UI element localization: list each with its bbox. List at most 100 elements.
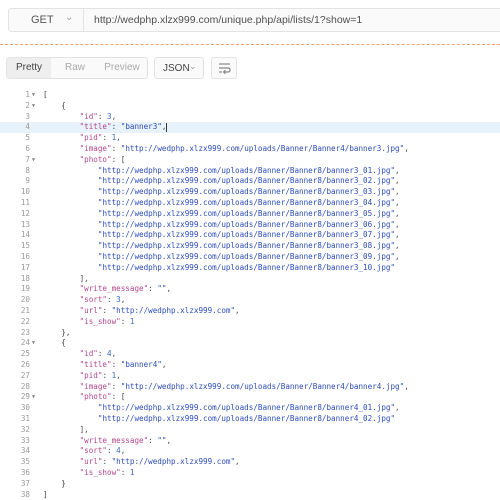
line-number: 11 xyxy=(20,198,30,207)
code-line: 35 "url": "http://wedphp.xlzx999.com", xyxy=(0,457,500,468)
code-text: "http://wedphp.xlzx999.com/uploads/Banne… xyxy=(97,262,396,272)
line-number: 4 xyxy=(25,122,30,132)
line-number: 29 xyxy=(20,392,30,402)
code-line: 9 "http://wedphp.xlzx999.com/uploads/Ban… xyxy=(0,176,500,187)
code-text: "is_show": 1 xyxy=(79,468,135,477)
line-number: 23 xyxy=(20,327,30,337)
code-text: "write_message": "", xyxy=(79,284,172,294)
url-input[interactable]: http://wedphp.xlzx999.com/unique.php/api… xyxy=(84,8,500,32)
line-number: 6 xyxy=(25,144,30,153)
divider xyxy=(0,44,500,45)
code-line: 20 "sort": 3, xyxy=(0,295,500,306)
line-number: 22 xyxy=(20,316,30,326)
code-line: 28 "image": "http://wedphp.xlzx999.com/u… xyxy=(0,382,500,393)
code-line: 11 "http://wedphp.xlzx999.com/uploads/Ba… xyxy=(0,198,500,209)
code-text: "url": "http://wedphp.xlzx999.com", xyxy=(79,457,240,467)
code-line: 10 "http://wedphp.xlzx999.com/uploads/Ba… xyxy=(0,187,500,198)
line-number: 18 xyxy=(20,273,30,283)
response-body-editor[interactable]: 1 ▼[2 ▼ {3 "id": 3, 4 "title": "banner3", 5 … xyxy=(0,86,500,499)
fold-toggle-icon[interactable]: ▼ xyxy=(32,101,35,112)
line-number: 12 xyxy=(20,208,30,218)
line-number: 15 xyxy=(20,241,30,251)
code-line: 14 "http://wedphp.xlzx999.com/uploads/Ba… xyxy=(0,230,500,241)
code-line: 23 }, xyxy=(0,328,500,339)
code-text: "pid": 1, xyxy=(79,370,121,380)
line-number: 5 xyxy=(25,133,30,143)
code-text: "http://wedphp.xlzx999.com/uploads/Banne… xyxy=(97,403,400,413)
format-select[interactable]: JSON ⌄ xyxy=(154,57,204,79)
code-text: ], xyxy=(43,273,89,283)
code-line: 31 "http://wedphp.xlzx999.com/uploads/Ba… xyxy=(0,414,500,425)
code-line: 1 ▼ [ xyxy=(0,90,500,101)
code-text: "http://wedphp.xlzx999.com/uploads/Banne… xyxy=(97,198,400,207)
code-text: ] xyxy=(43,489,48,499)
code-line: 5 "pid": 1, xyxy=(0,133,500,144)
line-number: 2 xyxy=(25,100,30,110)
code-text: "http://wedphp.xlzx999.com/uploads/Banne… xyxy=(97,252,400,261)
code-text: "sort": 3, xyxy=(79,295,126,305)
code-text: "http://wedphp.xlzx999.com/uploads/Banne… xyxy=(97,241,400,251)
fold-toggle-icon[interactable]: ▼ xyxy=(32,90,35,101)
code-text: "title": "banner4", xyxy=(79,360,167,369)
method-select[interactable]: GET ⌄ xyxy=(8,8,84,32)
code-text: } xyxy=(43,478,66,488)
code-text: "http://wedphp.xlzx999.com/uploads/Banne… xyxy=(97,208,400,218)
line-number: 35 xyxy=(20,457,30,467)
line-number: 33 xyxy=(20,435,30,445)
fold-toggle-icon[interactable]: ▼ xyxy=(32,338,35,349)
code-line: 30 "http://wedphp.xlzx999.com/uploads/Ba… xyxy=(0,403,500,414)
code-line: 17 "http://wedphp.xlzx999.com/uploads/Ba… xyxy=(0,263,500,274)
line-number: 7 xyxy=(25,154,30,164)
code-text: "id": 3, xyxy=(79,111,117,121)
code-text: "sort": 4, xyxy=(79,446,126,456)
tab-preview[interactable]: Preview xyxy=(97,58,147,78)
line-number: 27 xyxy=(20,370,30,380)
line-number: 30 xyxy=(20,403,30,413)
line-number: 19 xyxy=(20,284,30,294)
line-number: 34 xyxy=(20,446,30,456)
url-text: http://wedphp.xlzx999.com/unique.php/api… xyxy=(94,14,363,26)
chevron-down-icon: ⌄ xyxy=(65,12,74,23)
code-line: 24 ▼ { xyxy=(0,338,500,349)
line-number: 21 xyxy=(20,306,30,315)
text-cursor xyxy=(166,122,168,132)
code-text: "url": "http://wedphp.xlzx999.com", xyxy=(79,306,240,315)
tab-raw[interactable]: Raw xyxy=(55,58,95,78)
code-line: 15 "http://wedphp.xlzx999.com/uploads/Ba… xyxy=(0,241,500,252)
method-label: GET xyxy=(31,14,54,26)
tab-pretty[interactable]: Pretty xyxy=(7,58,51,78)
line-number: 13 xyxy=(20,219,30,229)
wrap-lines-button[interactable] xyxy=(211,57,237,79)
code-line: 36 "is_show": 1 xyxy=(0,468,500,479)
code-line: 7 ▼ "photo": [ xyxy=(0,155,500,166)
code-line: 38] xyxy=(0,490,500,500)
fold-toggle-icon[interactable]: ▼ xyxy=(32,392,35,403)
code-line: 16 "http://wedphp.xlzx999.com/uploads/Ba… xyxy=(0,252,500,263)
code-line: 8 "http://wedphp.xlzx999.com/uploads/Ban… xyxy=(0,166,500,177)
code-line: 4 "title": "banner3", xyxy=(0,122,500,134)
line-number: 32 xyxy=(20,424,30,434)
code-text: "http://wedphp.xlzx999.com/uploads/Banne… xyxy=(97,219,400,229)
code-line: 6 "image": "http://wedphp.xlzx999.com/up… xyxy=(0,144,500,155)
line-number: 9 xyxy=(25,176,30,186)
response-toolbar: Pretty Raw Preview JSON ⌄ xyxy=(0,56,500,82)
wrap-lines-icon xyxy=(219,63,231,74)
chevron-down-icon: ⌄ xyxy=(189,61,197,71)
line-number: 20 xyxy=(20,295,30,305)
code-text: "http://wedphp.xlzx999.com/uploads/Banne… xyxy=(97,414,396,423)
line-number: 25 xyxy=(20,349,30,359)
code-line: 32 ], xyxy=(0,425,500,436)
code-line: 19 "write_message": "", xyxy=(0,284,500,295)
code-text: "image": "http://wedphp.xlzx999.com/uplo… xyxy=(79,144,409,153)
code-line: 12 "http://wedphp.xlzx999.com/uploads/Ba… xyxy=(0,209,500,220)
code-text: "http://wedphp.xlzx999.com/uploads/Banne… xyxy=(97,165,400,175)
code-text: [ xyxy=(43,90,48,99)
code-line: 2 ▼ { xyxy=(0,101,500,112)
line-number: 28 xyxy=(20,381,30,391)
line-number: 26 xyxy=(20,360,30,369)
line-number: 10 xyxy=(20,187,30,197)
fold-toggle-icon[interactable]: ▼ xyxy=(32,155,35,166)
code-text: "image": "http://wedphp.xlzx999.com/uplo… xyxy=(79,381,409,391)
code-text: "photo": [ xyxy=(79,392,126,402)
code-text: ], xyxy=(43,424,89,434)
